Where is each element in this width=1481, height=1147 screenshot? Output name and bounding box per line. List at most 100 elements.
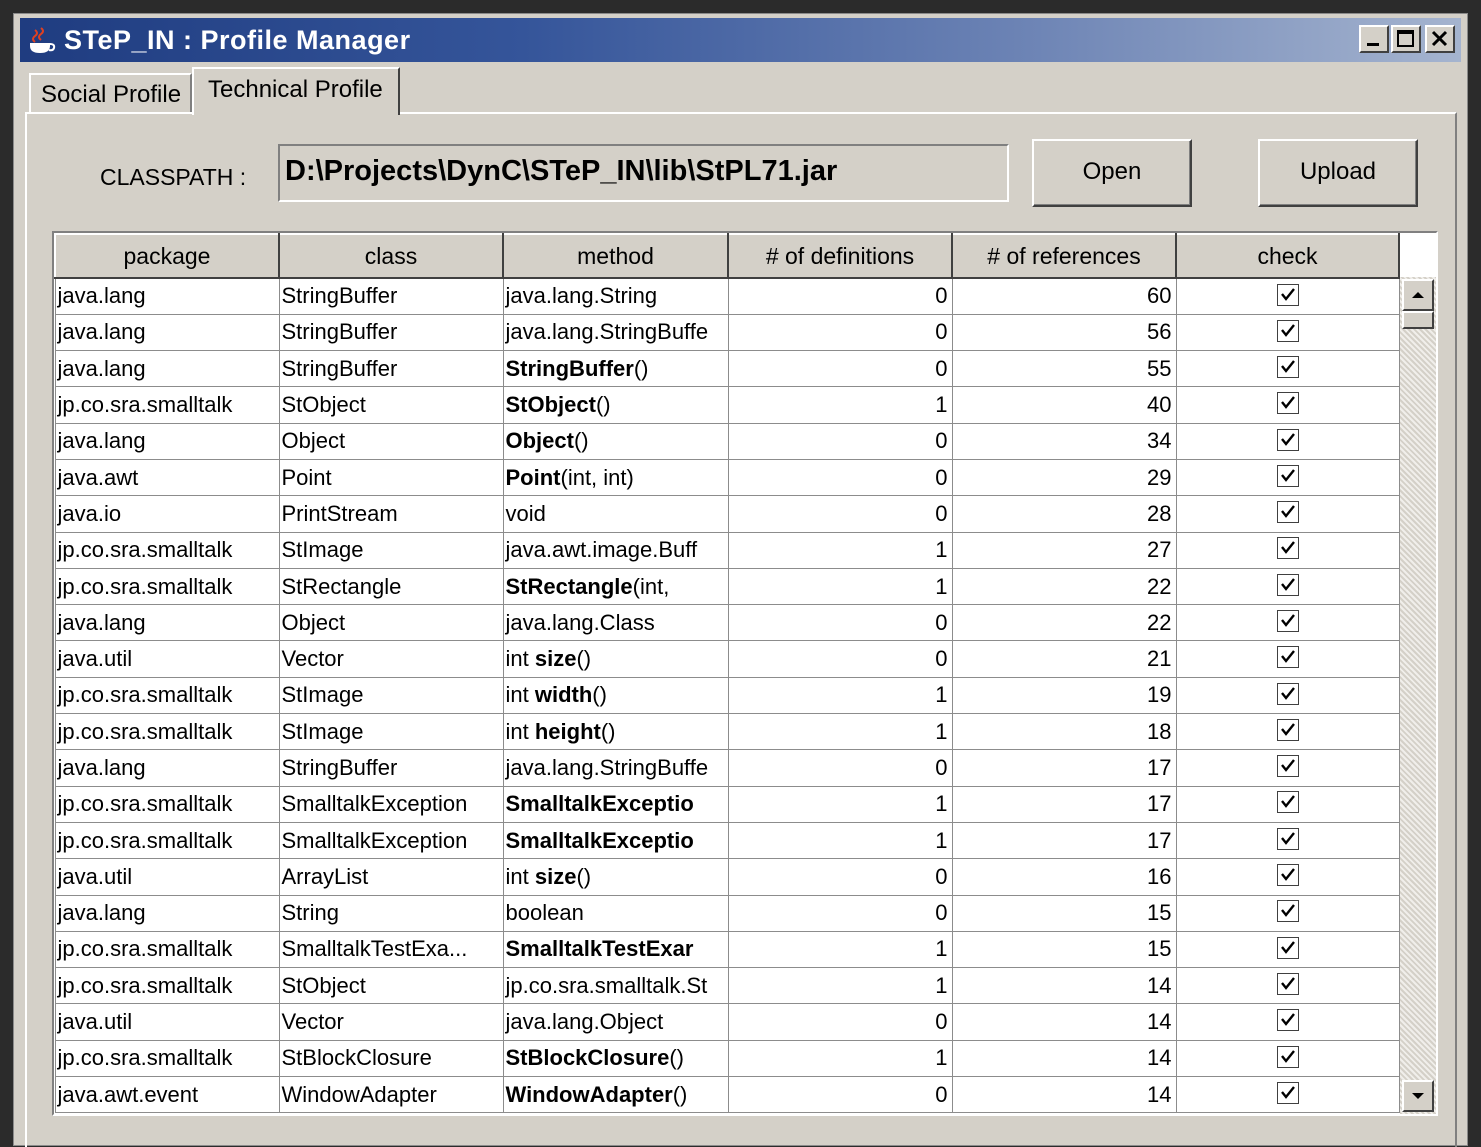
cell-class[interactable]: StImage — [278, 531, 504, 569]
cell-definitions[interactable]: 1 — [727, 386, 953, 424]
row-checkbox[interactable] — [1276, 646, 1299, 669]
cell-check[interactable] — [1175, 967, 1400, 1005]
table-row[interactable]: java.awt Point Point(int, int) 0 29 — [54, 458, 1400, 497]
cell-references[interactable]: 14 — [951, 1039, 1177, 1078]
row-checkbox[interactable] — [1276, 755, 1299, 778]
cell-class[interactable]: Object — [278, 604, 504, 642]
cell-class[interactable]: String — [278, 894, 504, 932]
row-checkbox[interactable] — [1276, 392, 1299, 415]
cell-check[interactable] — [1175, 422, 1400, 460]
cell-method[interactable]: Point(int, int) — [502, 458, 729, 497]
cell-method[interactable]: java.awt.image.Buff — [502, 531, 729, 569]
cell-class[interactable]: StObject — [278, 386, 504, 424]
cell-definitions[interactable]: 0 — [727, 277, 953, 315]
cell-package[interactable]: java.lang — [54, 277, 280, 315]
cell-class[interactable]: WindowAdapter — [278, 1076, 504, 1114]
cell-definitions[interactable]: 1 — [727, 567, 953, 606]
cell-class[interactable]: SmalltalkTestExa... — [278, 930, 504, 969]
table-row[interactable]: java.lang String boolean 0 15 — [54, 894, 1400, 932]
cell-method[interactable]: java.lang.Object — [502, 1003, 729, 1041]
row-checkbox[interactable] — [1276, 900, 1299, 923]
cell-definitions[interactable]: 1 — [727, 676, 953, 715]
scrollbar-thumb[interactable] — [1402, 311, 1434, 329]
cell-definitions[interactable]: 1 — [727, 531, 953, 569]
cell-definitions[interactable]: 1 — [727, 713, 953, 751]
table-row[interactable]: java.awt.event WindowAdapter WindowAdapter… — [54, 1076, 1400, 1114]
cell-references[interactable]: 60 — [951, 277, 1177, 315]
cell-package[interactable]: jp.co.sra.smalltalk — [54, 785, 280, 823]
cell-definitions[interactable]: 1 — [727, 930, 953, 969]
row-checkbox[interactable] — [1276, 610, 1299, 632]
cell-references[interactable]: 15 — [951, 894, 1177, 932]
cell-class[interactable]: Vector — [278, 640, 504, 678]
cell-class[interactable]: SmalltalkException — [278, 821, 504, 860]
cell-references[interactable]: 14 — [951, 1076, 1177, 1114]
cell-class[interactable]: Vector — [278, 1003, 504, 1041]
table-row[interactable]: jp.co.sra.smalltalk StRectangle StRectangl… — [54, 567, 1400, 606]
cell-check[interactable] — [1175, 858, 1400, 896]
cell-definitions[interactable]: 0 — [727, 858, 953, 896]
cell-check[interactable] — [1175, 894, 1400, 932]
cell-check[interactable] — [1175, 821, 1400, 860]
cell-check[interactable] — [1175, 930, 1400, 969]
cell-references[interactable]: 18 — [951, 713, 1177, 751]
cell-check[interactable] — [1175, 749, 1400, 787]
table-row[interactable]: java.lang Object Object() 0 34 — [54, 422, 1400, 460]
title-bar[interactable]: STeP_IN : Profile Manager — [20, 18, 1461, 62]
cell-method[interactable]: StObject() — [502, 386, 729, 424]
table-row[interactable]: jp.co.sra.smalltalk StObject StObject() 1 40 — [54, 386, 1400, 424]
cell-references[interactable]: 22 — [951, 604, 1177, 642]
cell-method[interactable]: SmalltalkExceptio — [502, 821, 729, 860]
row-checkbox[interactable] — [1276, 537, 1299, 560]
row-checkbox[interactable] — [1276, 936, 1299, 959]
row-checkbox[interactable] — [1276, 1081, 1299, 1104]
table-row[interactable]: java.util ArrayList int size() 0 16 — [54, 858, 1400, 896]
cell-package[interactable]: java.awt — [54, 458, 280, 497]
classpath-field[interactable]: D:\Projects\DynC\STeP_IN\lib\StPL71.jar — [278, 144, 1009, 202]
cell-check[interactable] — [1175, 604, 1400, 642]
cell-method[interactable]: java.lang.Class — [502, 604, 729, 642]
table-row[interactable]: jp.co.sra.smalltalk SmalltalkException Sma… — [54, 821, 1400, 860]
cell-class[interactable]: StringBuffer — [278, 350, 504, 388]
cell-check[interactable] — [1175, 277, 1400, 315]
table-row[interactable]: java.io PrintStream void 0 28 — [54, 495, 1400, 533]
row-checkbox[interactable] — [1276, 972, 1299, 995]
cell-package[interactable]: jp.co.sra.smalltalk — [54, 967, 280, 1005]
cell-package[interactable]: jp.co.sra.smalltalk — [54, 531, 280, 569]
cell-method[interactable]: SmalltalkTestExar — [502, 930, 729, 969]
cell-references[interactable]: 40 — [951, 386, 1177, 424]
cell-package[interactable]: java.lang — [54, 894, 280, 932]
cell-references[interactable]: 17 — [951, 821, 1177, 860]
cell-class[interactable]: SmalltalkException — [278, 785, 504, 823]
cell-check[interactable] — [1175, 1039, 1400, 1078]
tab-technical-profile[interactable]: Technical Profile — [192, 67, 400, 115]
cell-package[interactable]: jp.co.sra.smalltalk — [54, 1039, 280, 1078]
cell-check[interactable] — [1175, 350, 1400, 388]
row-checkbox[interactable] — [1276, 718, 1299, 741]
maximize-button[interactable] — [1391, 25, 1421, 53]
cell-definitions[interactable]: 1 — [727, 785, 953, 823]
cell-package[interactable]: jp.co.sra.smalltalk — [54, 567, 280, 606]
cell-class[interactable]: StringBuffer — [278, 749, 504, 787]
cell-method[interactable]: java.lang.String — [502, 277, 729, 315]
cell-references[interactable]: 55 — [951, 350, 1177, 388]
cell-method[interactable]: StRectangle(int, — [502, 567, 729, 606]
cell-check[interactable] — [1175, 458, 1400, 497]
cell-definitions[interactable]: 0 — [727, 313, 953, 352]
cell-references[interactable]: 19 — [951, 676, 1177, 715]
cell-references[interactable]: 27 — [951, 531, 1177, 569]
cell-package[interactable]: java.awt.event — [54, 1076, 280, 1114]
cell-check[interactable] — [1175, 676, 1400, 715]
open-button[interactable]: Open — [1032, 139, 1192, 207]
row-checkbox[interactable] — [1276, 501, 1299, 524]
cell-package[interactable]: java.lang — [54, 749, 280, 787]
cell-definitions[interactable]: 0 — [727, 1076, 953, 1114]
cell-class[interactable]: StImage — [278, 713, 504, 751]
cell-check[interactable] — [1175, 386, 1400, 424]
table-row[interactable]: java.lang StringBuffer java.lang.StringBuf… — [54, 313, 1400, 352]
upload-button[interactable]: Upload — [1258, 139, 1418, 207]
cell-class[interactable]: StringBuffer — [278, 277, 504, 315]
table-row[interactable]: jp.co.sra.smalltalk StImage int width() 1 19 — [54, 676, 1400, 715]
column-header-references[interactable]: # of references — [951, 233, 1177, 279]
cell-package[interactable]: jp.co.sra.smalltalk — [54, 821, 280, 860]
